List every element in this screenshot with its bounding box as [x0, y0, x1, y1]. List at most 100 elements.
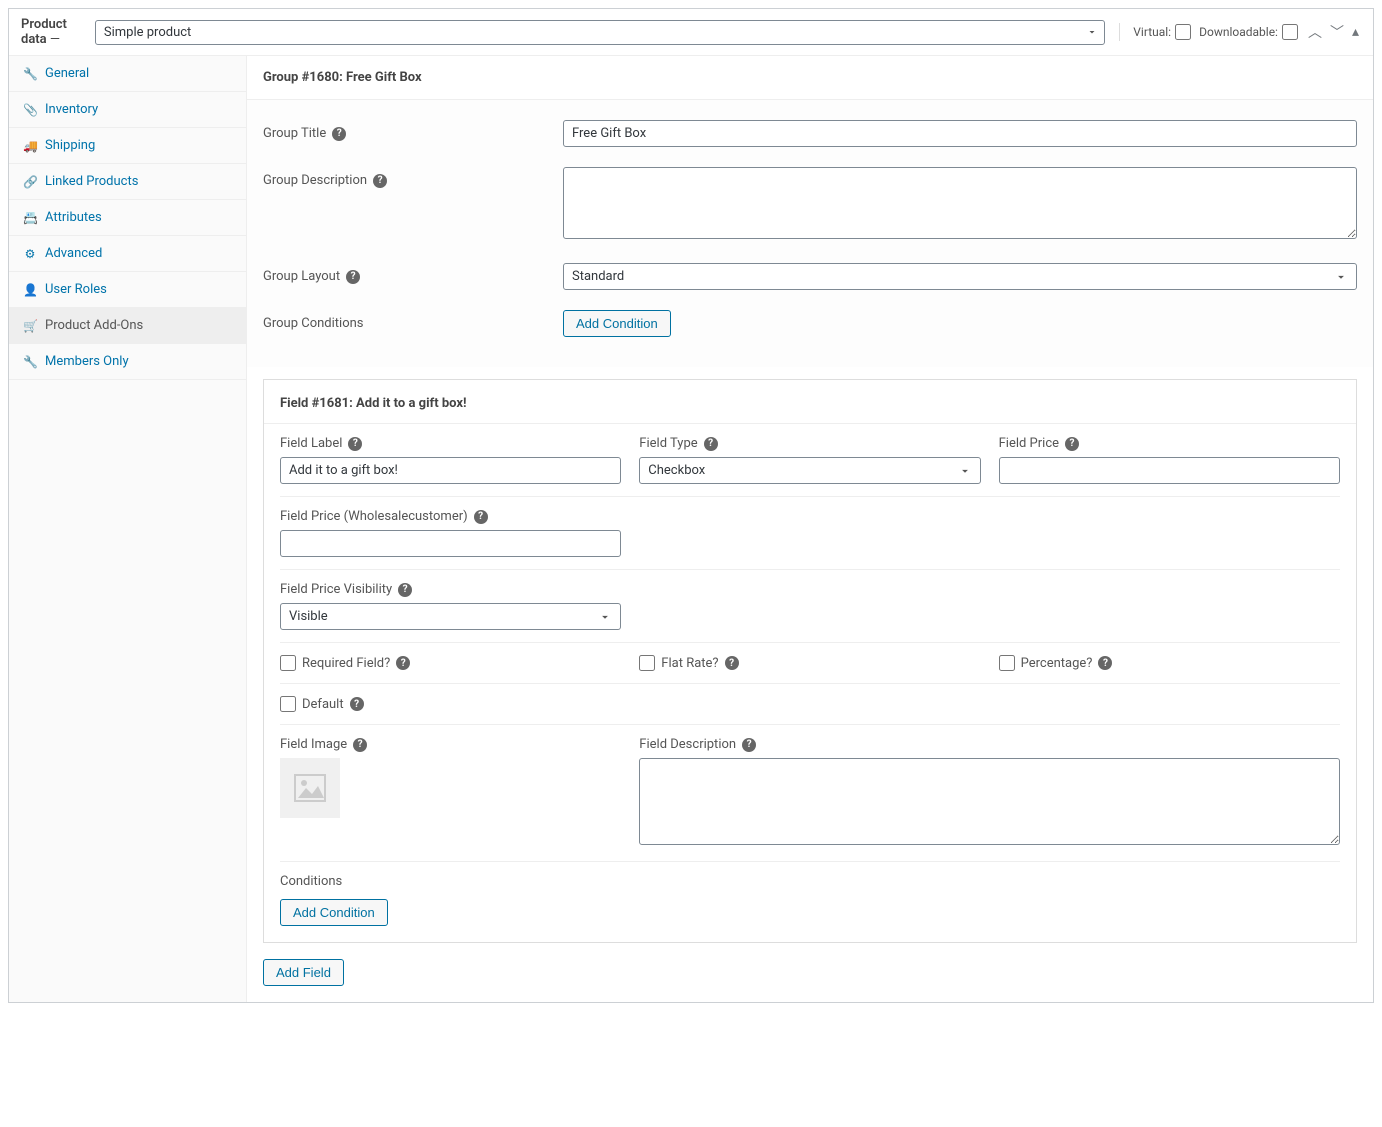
- help-icon[interactable]: ?: [350, 697, 364, 711]
- cart-icon: 🛒: [23, 319, 37, 333]
- help-icon[interactable]: ?: [348, 437, 362, 451]
- image-icon: [294, 774, 326, 802]
- group-layout-label: Group Layout ?: [263, 263, 563, 284]
- field-image-label: Field Image ?: [280, 737, 621, 752]
- user-icon: 👤: [23, 283, 37, 297]
- sidebar-item-members-only[interactable]: 🔧 Members Only: [9, 344, 246, 380]
- required-check-group: Required Field? ?: [280, 655, 621, 671]
- panel-header-controls: ︿ ﹀ ▴: [1306, 20, 1361, 44]
- required-checkbox[interactable]: [280, 655, 296, 671]
- downloadable-checkbox[interactable]: [1282, 24, 1298, 40]
- group-description-label: Group Description ?: [263, 167, 563, 188]
- field-type-label: Field Type ?: [639, 436, 980, 451]
- help-icon[interactable]: ?: [1098, 656, 1112, 670]
- sidebar-item-inventory[interactable]: 📎 Inventory: [9, 92, 246, 128]
- sidebar-item-user-roles[interactable]: 👤 User Roles: [9, 272, 246, 308]
- field-row-visibility: Field Price Visibility ? Visible: [280, 570, 1340, 643]
- field-wholesale-input[interactable]: [280, 530, 621, 557]
- field-type-select[interactable]: Checkbox: [639, 457, 980, 484]
- help-icon[interactable]: ?: [332, 127, 346, 141]
- field-label-label: Field Label ?: [280, 436, 621, 451]
- caret-up-icon[interactable]: ▴: [1350, 22, 1361, 42]
- percentage-check-group: Percentage? ?: [999, 655, 1340, 671]
- help-icon[interactable]: ?: [353, 738, 367, 752]
- field-description-textarea[interactable]: [639, 758, 1340, 845]
- chevron-up-icon[interactable]: ︿: [1306, 20, 1324, 44]
- image-placeholder[interactable]: [280, 758, 340, 818]
- group-layout-select[interactable]: Standard: [563, 263, 1357, 290]
- field-wholesale-label: Field Price (Wholesalecustomer) ?: [280, 509, 621, 524]
- separator: [1119, 23, 1120, 41]
- field-row-wholesale: Field Price (Wholesalecustomer) ?: [280, 497, 1340, 570]
- default-check-group: Default ?: [280, 696, 1340, 712]
- virtual-checkbox-group: Virtual:: [1133, 24, 1191, 40]
- group-title-input[interactable]: [563, 120, 1357, 147]
- panel-body: 🔧 General 📎 Inventory 🚚 Shipping 🔗 Linke…: [9, 56, 1373, 1002]
- sidebar-item-attributes[interactable]: 📇 Attributes: [9, 200, 246, 236]
- help-icon[interactable]: ?: [398, 583, 412, 597]
- clip-icon: 📎: [23, 103, 37, 117]
- help-icon[interactable]: ?: [742, 738, 756, 752]
- add-field-button[interactable]: Add Field: [263, 959, 344, 986]
- field-row-image-desc: Field Image ?: [280, 725, 1340, 862]
- sidebar-item-general[interactable]: 🔧 General: [9, 56, 246, 92]
- required-label: Required Field?: [302, 656, 390, 671]
- wrench-icon: 🔧: [23, 355, 37, 369]
- help-icon[interactable]: ?: [346, 270, 360, 284]
- help-icon[interactable]: ?: [704, 437, 718, 451]
- group-description-textarea[interactable]: [563, 167, 1357, 239]
- virtual-label: Virtual:: [1133, 25, 1171, 39]
- group-description-row: Group Description ?: [263, 157, 1357, 253]
- group-conditions-label: Group Conditions: [263, 310, 563, 331]
- sidebar-item-advanced[interactable]: ⚙ Advanced: [9, 236, 246, 272]
- content: Group #1680: Free Gift Box Group Title ?…: [247, 56, 1373, 1002]
- sidebar-label: General: [45, 66, 89, 81]
- help-icon[interactable]: ?: [725, 656, 739, 670]
- help-icon[interactable]: ?: [474, 510, 488, 524]
- field-row-checks: Required Field? ? Flat Rate? ?: [280, 643, 1340, 684]
- sidebar-item-product-addons[interactable]: 🛒 Product Add-Ons: [9, 308, 246, 344]
- flatrate-label: Flat Rate?: [661, 656, 718, 671]
- field-description-label: Field Description ?: [639, 737, 1340, 752]
- field-price-label: Field Price ?: [999, 436, 1340, 451]
- field-visibility-label: Field Price Visibility ?: [280, 582, 621, 597]
- add-condition-button[interactable]: Add Condition: [563, 310, 671, 337]
- default-checkbox[interactable]: [280, 696, 296, 712]
- field-wholesale-col: Field Price (Wholesalecustomer) ?: [280, 509, 621, 557]
- sidebar-item-linked-products[interactable]: 🔗 Linked Products: [9, 164, 246, 200]
- group-layout-row: Group Layout ? Standard: [263, 253, 1357, 300]
- panel-header: Product data — Simple product Virtual: D…: [9, 9, 1373, 56]
- flatrate-checkbox[interactable]: [639, 655, 655, 671]
- help-icon[interactable]: ?: [396, 656, 410, 670]
- field-row-1: Field Label ? Field Type ? Checkbox: [280, 424, 1340, 497]
- percentage-checkbox[interactable]: [999, 655, 1015, 671]
- sidebar-label: Inventory: [45, 102, 98, 117]
- flatrate-check-group: Flat Rate? ?: [639, 655, 980, 671]
- group-conditions-row: Group Conditions Add Condition: [263, 300, 1357, 347]
- group-title-label: Group Title ?: [263, 120, 563, 141]
- field-row-default: Default ?: [280, 684, 1340, 725]
- field-conditions-block: Conditions Add Condition: [280, 862, 1340, 926]
- percentage-label: Percentage?: [1021, 656, 1093, 671]
- sidebar-item-shipping[interactable]: 🚚 Shipping: [9, 128, 246, 164]
- help-icon[interactable]: ?: [1065, 437, 1079, 451]
- default-label: Default: [302, 697, 344, 712]
- field-price-input[interactable]: [999, 457, 1340, 484]
- product-data-panel: Product data — Simple product Virtual: D…: [8, 8, 1374, 1003]
- help-icon[interactable]: ?: [373, 174, 387, 188]
- virtual-checkbox[interactable]: [1175, 24, 1191, 40]
- field-visibility-select[interactable]: Visible: [280, 603, 621, 630]
- add-field-wrap: Add Field: [247, 959, 1373, 1002]
- chevron-down-icon[interactable]: ﹀: [1328, 20, 1346, 44]
- gear-icon: ⚙: [23, 247, 37, 261]
- wrench-icon: 🔧: [23, 67, 37, 81]
- field-label-input[interactable]: [280, 457, 621, 484]
- product-type-select[interactable]: Simple product: [95, 20, 1105, 45]
- field-add-condition-button[interactable]: Add Condition: [280, 899, 388, 926]
- sidebar-label: Product Add-Ons: [45, 318, 143, 333]
- field-box-header: Field #1681: Add it to a gift box!: [264, 380, 1356, 424]
- sidebar-label: User Roles: [45, 282, 107, 297]
- field-box: Field #1681: Add it to a gift box! Field…: [263, 379, 1357, 943]
- group-form: Group Title ? Group Description ?: [247, 100, 1373, 367]
- group-header: Group #1680: Free Gift Box: [247, 56, 1373, 100]
